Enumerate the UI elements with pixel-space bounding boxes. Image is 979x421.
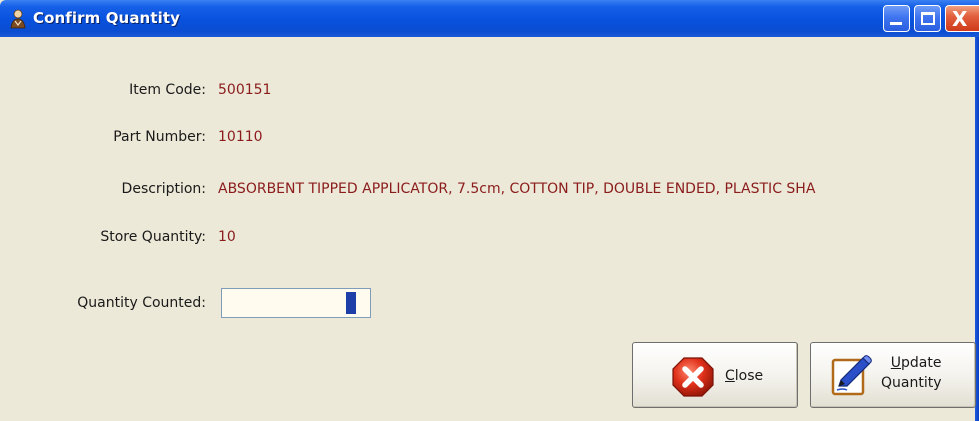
part-number-value: 10110 bbox=[218, 129, 263, 145]
minimize-icon bbox=[890, 22, 902, 25]
update-quantity-button-label: Update Quantity bbox=[881, 355, 942, 391]
maximize-icon bbox=[921, 12, 935, 25]
item-code-value: 500151 bbox=[218, 82, 272, 98]
window-close-button[interactable]: X bbox=[945, 5, 979, 32]
title-bar[interactable]: Confirm Quantity X bbox=[0, 0, 979, 37]
minimize-button[interactable] bbox=[883, 5, 910, 32]
app-person-icon bbox=[10, 9, 26, 29]
stop-x-icon bbox=[672, 357, 714, 397]
confirm-quantity-window: Confirm Quantity X Item Code: 500151 Par… bbox=[0, 0, 979, 421]
quantity-counted-label: Quantity Counted: bbox=[77, 295, 206, 311]
item-code-label: Item Code: bbox=[129, 82, 206, 98]
store-quantity-value: 10 bbox=[218, 229, 236, 245]
close-button[interactable]: Close bbox=[632, 342, 798, 408]
part-number-label: Part Number: bbox=[113, 129, 206, 145]
edit-pen-icon bbox=[831, 355, 872, 396]
close-button-label: Close bbox=[725, 368, 764, 384]
quantity-counted-input[interactable] bbox=[221, 288, 371, 318]
update-quantity-button[interactable]: Update Quantity bbox=[810, 342, 976, 408]
text-cursor bbox=[346, 292, 356, 314]
store-quantity-label: Store Quantity: bbox=[100, 229, 206, 245]
description-value: ABSORBENT TIPPED APPLICATOR, 7.5cm, COTT… bbox=[218, 181, 816, 197]
description-label: Description: bbox=[121, 181, 206, 197]
window-title: Confirm Quantity bbox=[33, 9, 181, 27]
close-x-icon: X bbox=[952, 7, 968, 31]
maximize-button[interactable] bbox=[914, 5, 941, 32]
